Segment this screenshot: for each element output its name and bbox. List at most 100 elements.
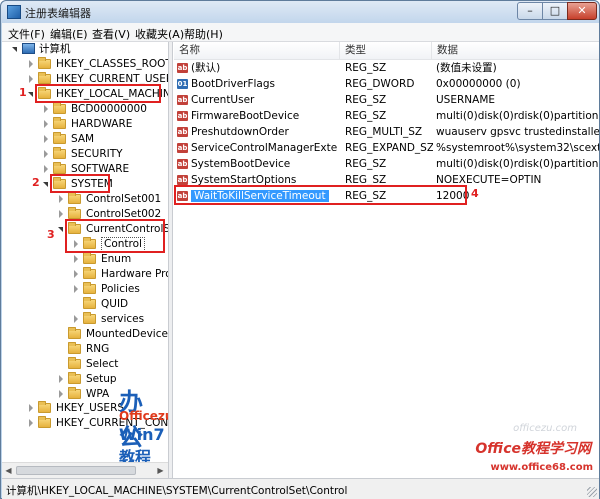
office68-watermark-url: www.office68.com: [490, 462, 593, 473]
column-header-type[interactable]: 类型: [340, 42, 432, 60]
folder-icon: [68, 372, 81, 384]
value-row[interactable]: ab ServiceControlManagerExtension REG_EX…: [174, 140, 599, 156]
collapsed-arrow-icon[interactable]: [59, 210, 63, 218]
resize-grip-icon[interactable]: [587, 487, 597, 497]
string-value-icon: ab: [177, 175, 188, 185]
tree-node-label: services: [101, 313, 145, 325]
tree-node-label: QUID: [101, 298, 129, 310]
string-value-icon: ab: [177, 127, 188, 137]
string-value-icon: ab: [177, 111, 188, 121]
minimize-button[interactable]: –: [517, 2, 543, 20]
folder-icon: [38, 72, 51, 84]
value-data: 0x00000000 (0): [436, 78, 521, 90]
value-name: FirmwareBootDevice: [191, 110, 300, 122]
values-list[interactable]: 名称 类型 数据 ab (默认) REG_SZ (数值未设置) 01 BootD…: [174, 42, 599, 478]
highlight-box-waittokill: [174, 185, 467, 205]
expanded-arrow-icon[interactable]: [12, 47, 17, 52]
collapsed-arrow-icon[interactable]: [29, 419, 33, 427]
collapsed-arrow-icon[interactable]: [74, 270, 78, 278]
folder-icon: [38, 57, 51, 69]
status-bar: 计算机\HKEY_LOCAL_MACHINE\SYSTEM\CurrentCon…: [2, 478, 599, 499]
collapsed-arrow-icon[interactable]: [29, 60, 33, 68]
menu-help[interactable]: 帮助(H): [184, 26, 223, 42]
menu-favorites[interactable]: 收藏夹(A): [135, 26, 184, 42]
tree-node-label: Enum: [101, 253, 132, 265]
value-type: REG_MULTI_SZ: [345, 126, 423, 138]
window-title: 注册表编辑器: [25, 7, 91, 20]
step-marker-1: 1: [19, 86, 27, 99]
highlight-box-hklm: [35, 84, 161, 103]
collapsed-arrow-icon[interactable]: [59, 375, 63, 383]
folder-icon: [68, 207, 81, 219]
expanded-arrow-icon[interactable]: [28, 92, 33, 97]
tree-node-label: ControlSet001: [86, 193, 162, 205]
value-data: multi(0)disk(0)rdisk(0)partition(1): [436, 110, 599, 122]
tree-node-label: Policies: [101, 283, 140, 295]
string-value-icon: ab: [177, 159, 188, 169]
collapsed-arrow-icon[interactable]: [74, 255, 78, 263]
collapsed-arrow-icon[interactable]: [74, 315, 78, 323]
computer-icon: [22, 43, 35, 54]
collapsed-arrow-icon[interactable]: [44, 165, 48, 173]
value-name: ServiceControlManagerExtension: [191, 142, 338, 154]
menu-edit[interactable]: 编辑(E): [50, 26, 88, 42]
binary-value-icon: 01: [177, 79, 188, 89]
folder-icon: [68, 192, 81, 204]
collapsed-arrow-icon[interactable]: [59, 195, 63, 203]
expanded-arrow-icon[interactable]: [58, 227, 63, 232]
menu-bar: 文件(F) 编辑(E) 查看(V) 收藏夹(A) 帮助(H): [2, 23, 599, 42]
value-row[interactable]: ab FirmwareBootDevice REG_SZ multi(0)dis…: [174, 108, 599, 124]
tree-node-label: WPA: [86, 388, 110, 400]
title-bar: 注册表编辑器 – □ ✕: [1, 1, 599, 23]
menu-file[interactable]: 文件(F): [8, 26, 45, 42]
folder-icon: [83, 282, 96, 294]
expanded-arrow-icon[interactable]: [43, 182, 48, 187]
value-row[interactable]: ab (默认) REG_SZ (数值未设置): [174, 60, 599, 76]
column-header-name[interactable]: 名称: [174, 42, 340, 60]
folder-icon: [53, 102, 66, 114]
folder-icon: [53, 132, 66, 144]
value-row[interactable]: ab PreshutdownOrder REG_MULTI_SZ wuauser…: [174, 124, 599, 140]
maximize-button[interactable]: □: [542, 2, 568, 20]
step-marker-3: 3: [47, 228, 55, 241]
value-data: (数值未设置): [436, 62, 497, 74]
scroll-right-icon[interactable]: ▶: [155, 465, 166, 476]
folder-icon: [83, 267, 96, 279]
collapsed-arrow-icon[interactable]: [44, 120, 48, 128]
pane-splitter[interactable]: [169, 42, 173, 478]
value-type: REG_SZ: [345, 110, 387, 122]
registry-tree[interactable]: 计算机 HKEY_CLASSES_ROOT HKEY_CURRENT_USER …: [2, 42, 169, 478]
registry-editor-window: 注册表编辑器 – □ ✕ 文件(F) 编辑(E) 查看(V) 收藏夹(A) 帮助…: [0, 0, 600, 499]
folder-icon: [68, 342, 81, 354]
value-type: REG_SZ: [345, 62, 387, 74]
folder-icon: [68, 387, 81, 399]
collapsed-arrow-icon[interactable]: [44, 105, 48, 113]
value-type: REG_EXPAND_SZ: [345, 142, 433, 154]
tree-horizontal-scrollbar[interactable]: ◀ ▶: [2, 462, 168, 478]
tree-node-label: SECURITY: [71, 148, 123, 160]
highlight-box-system: [50, 174, 110, 193]
value-row[interactable]: ab CurrentUser REG_SZ USERNAME: [174, 92, 599, 108]
main-content: 计算机 HKEY_CLASSES_ROOT HKEY_CURRENT_USER …: [2, 42, 599, 478]
value-row[interactable]: ab SystemBootDevice REG_SZ multi(0)disk(…: [174, 156, 599, 172]
value-data: %systemroot%\system32\scext.dll: [436, 142, 599, 154]
collapsed-arrow-icon[interactable]: [29, 404, 33, 412]
menu-view[interactable]: 查看(V): [92, 26, 130, 42]
collapsed-arrow-icon[interactable]: [74, 285, 78, 293]
collapsed-arrow-icon[interactable]: [44, 135, 48, 143]
close-button[interactable]: ✕: [567, 2, 597, 20]
collapsed-arrow-icon[interactable]: [44, 150, 48, 158]
collapsed-arrow-icon[interactable]: [29, 75, 33, 83]
scroll-thumb[interactable]: [16, 466, 136, 475]
value-data: wuauserv gpsvc trustedinstaller: [436, 126, 599, 138]
column-header-data[interactable]: 数据: [432, 42, 599, 60]
step-marker-2: 2: [32, 176, 40, 189]
value-row[interactable]: 01 BootDriverFlags REG_DWORD 0x00000000 …: [174, 76, 599, 92]
string-value-icon: ab: [177, 95, 188, 105]
highlight-box-currentcontrolset: [65, 219, 165, 253]
tree-node-label: Select: [86, 358, 119, 370]
collapsed-arrow-icon[interactable]: [59, 390, 63, 398]
folder-icon: [53, 117, 66, 129]
scroll-left-icon[interactable]: ◀: [3, 465, 14, 476]
value-name: PreshutdownOrder: [191, 126, 289, 138]
